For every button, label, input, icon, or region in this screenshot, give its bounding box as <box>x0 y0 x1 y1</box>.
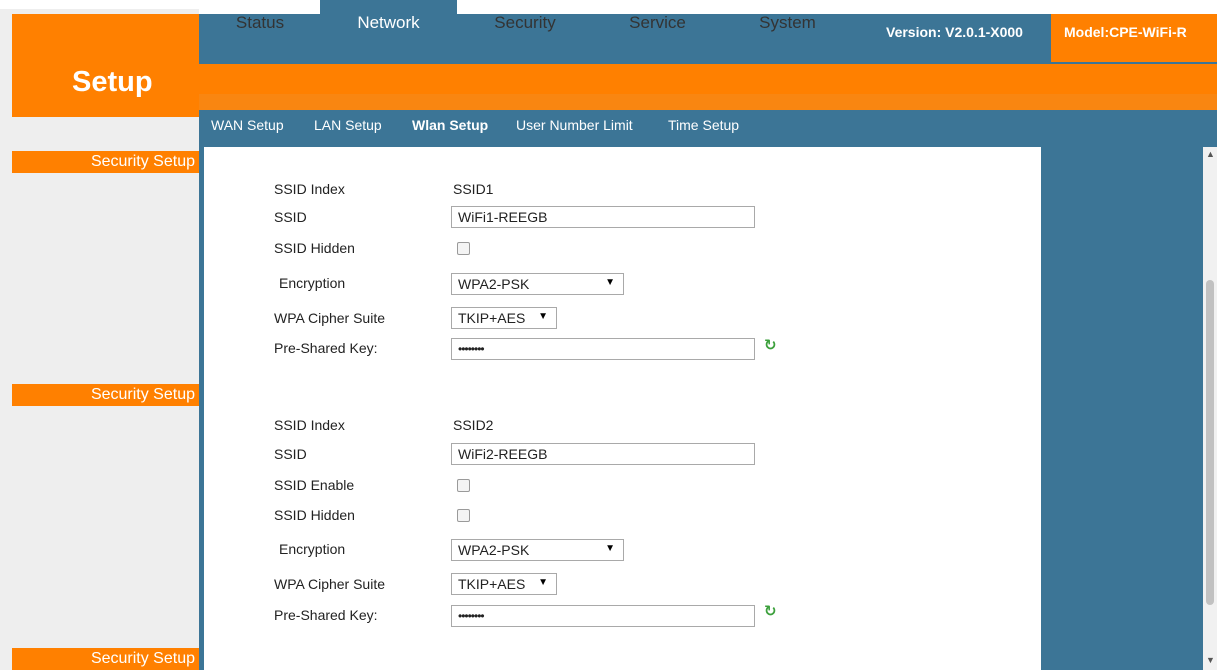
ssid2-ssid-label: SSID <box>274 446 307 462</box>
sidebar-item-security-setup-3[interactable]: Security Setup <box>12 648 199 670</box>
tab-system[interactable]: System <box>735 0 840 46</box>
ssid2-cipher-value: TKIP+AES <box>458 576 526 592</box>
main-tabs-bar <box>199 64 1217 110</box>
ssid2-index-value: SSID2 <box>453 417 494 433</box>
ssid1-encryption-label: Encryption <box>279 275 346 291</box>
ssid2-refresh-icon[interactable]: ↻ <box>764 602 777 620</box>
ssid2-encryption-label: Encryption <box>279 541 346 557</box>
ssid1-index-value: SSID1 <box>453 181 494 197</box>
ssid2-enable-label: SSID Enable <box>274 477 355 493</box>
model-label: Model:CPE-WiFi-R <box>1064 24 1187 40</box>
ssid2-cipher-select[interactable]: TKIP+AES ▼ <box>451 573 557 595</box>
ssid1-hidden-label: SSID Hidden <box>274 240 355 256</box>
ssid1-encryption-value: WPA2-PSK <box>458 276 530 292</box>
ssid2-encryption-value: WPA2-PSK <box>458 542 530 558</box>
scrollbar[interactable]: ▲ ▼ <box>1203 147 1217 670</box>
ssid1-index-label: SSID Index <box>274 181 345 197</box>
ssid2-hidden-label: SSID Hidden <box>274 507 355 523</box>
subnav-lan-setup[interactable]: LAN Setup <box>314 117 382 133</box>
ssid2-psk-label: Pre-Shared Key: <box>274 607 378 623</box>
scroll-up-arrow-icon[interactable]: ▲ <box>1206 149 1215 159</box>
chevron-down-icon: ▼ <box>605 277 615 288</box>
ssid2-enable-checkbox[interactable] <box>457 479 470 492</box>
ssid1-ssid-label: SSID <box>274 209 307 225</box>
chevron-down-icon: ▼ <box>605 543 615 554</box>
tab-network[interactable]: Network <box>320 0 457 46</box>
logo-label: Setup <box>72 66 153 98</box>
ssid2-encryption-select[interactable]: WPA2-PSK ▼ <box>451 539 624 561</box>
ssid2-cipher-label: WPA Cipher Suite <box>274 576 386 592</box>
scroll-down-arrow-icon[interactable]: ▼ <box>1206 655 1215 665</box>
subnav-wan-setup[interactable]: WAN Setup <box>211 117 284 133</box>
ssid1-hidden-checkbox[interactable] <box>457 242 470 255</box>
tab-security[interactable]: Security <box>470 0 580 46</box>
ssid1-psk-input[interactable]: •••••••• <box>451 338 755 360</box>
chevron-down-icon: ▼ <box>538 577 548 588</box>
scroll-thumb[interactable] <box>1206 280 1214 605</box>
ssid1-cipher-value: TKIP+AES <box>458 310 526 326</box>
tab-status[interactable]: Status <box>200 0 320 46</box>
ssid1-ssid-input[interactable] <box>451 206 755 228</box>
ssid1-cipher-select[interactable]: TKIP+AES ▼ <box>451 307 557 329</box>
ssid2-ssid-input[interactable] <box>451 443 755 465</box>
version-label: Version: V2.0.1-X000 <box>886 24 1023 40</box>
sidebar-item-security-setup-2[interactable]: Security Setup <box>12 384 199 406</box>
subnav-user-number-limit[interactable]: User Number Limit <box>516 117 633 133</box>
sidebar-item-security-setup-1[interactable]: Security Setup <box>12 151 199 173</box>
ssid1-encryption-select[interactable]: WPA2-PSK ▼ <box>451 273 624 295</box>
subnav-time-setup[interactable]: Time Setup <box>668 117 739 133</box>
subnav-wlan-setup[interactable]: Wlan Setup <box>412 117 488 133</box>
ssid1-cipher-label: WPA Cipher Suite <box>274 310 386 326</box>
tab-service[interactable]: Service <box>605 0 710 46</box>
ssid1-refresh-icon[interactable]: ↻ <box>764 336 777 354</box>
chevron-down-icon: ▼ <box>538 311 548 322</box>
ssid2-index-label: SSID Index <box>274 417 345 433</box>
ssid1-psk-label: Pre-Shared Key: <box>274 340 378 356</box>
tabs-lower-band <box>199 94 1217 110</box>
ssid2-psk-input[interactable]: •••••••• <box>451 605 755 627</box>
ssid2-hidden-checkbox[interactable] <box>457 509 470 522</box>
